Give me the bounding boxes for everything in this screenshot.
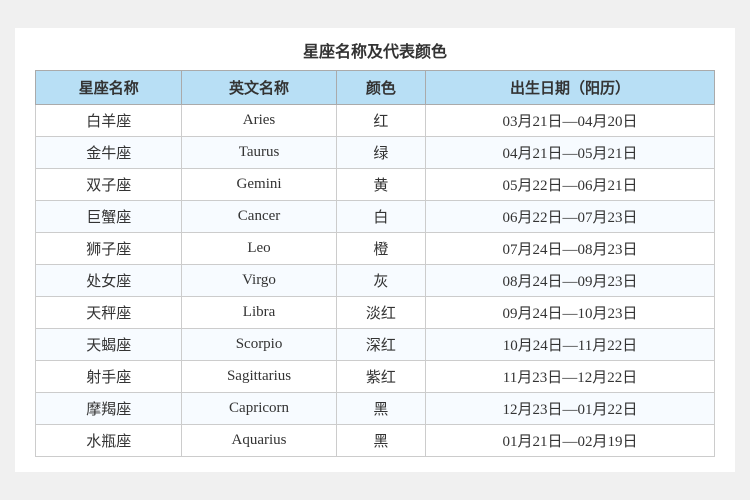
- cell-chinese-name: 白羊座: [36, 105, 182, 137]
- cell-english-name: Gemini: [182, 169, 336, 201]
- cell-color: 红: [336, 105, 425, 137]
- cell-chinese-name: 双子座: [36, 169, 182, 201]
- cell-color: 白: [336, 201, 425, 233]
- cell-english-name: Virgo: [182, 265, 336, 297]
- cell-english-name: Taurus: [182, 137, 336, 169]
- cell-chinese-name: 巨蟹座: [36, 201, 182, 233]
- cell-chinese-name: 摩羯座: [36, 393, 182, 425]
- cell-color: 灰: [336, 265, 425, 297]
- cell-english-name: Scorpio: [182, 329, 336, 361]
- table-header-row: 星座名称 英文名称 颜色 出生日期（阳历）: [36, 71, 715, 105]
- cell-color: 深红: [336, 329, 425, 361]
- cell-dates: 03月21日—04月20日: [426, 105, 715, 137]
- table-row: 天秤座Libra淡红09月24日—10月23日: [36, 297, 715, 329]
- cell-chinese-name: 水瓶座: [36, 425, 182, 457]
- header-dates: 出生日期（阳历）: [426, 71, 715, 105]
- cell-dates: 12月23日—01月22日: [426, 393, 715, 425]
- header-chinese-name: 星座名称: [36, 71, 182, 105]
- cell-color: 橙: [336, 233, 425, 265]
- cell-dates: 11月23日—12月22日: [426, 361, 715, 393]
- cell-english-name: Aquarius: [182, 425, 336, 457]
- main-container: 星座名称及代表颜色 星座名称 英文名称 颜色 出生日期（阳历） 白羊座Aries…: [15, 28, 735, 472]
- cell-english-name: Leo: [182, 233, 336, 265]
- table-row: 狮子座Leo橙07月24日—08月23日: [36, 233, 715, 265]
- cell-color: 紫红: [336, 361, 425, 393]
- cell-color: 淡红: [336, 297, 425, 329]
- cell-chinese-name: 天蝎座: [36, 329, 182, 361]
- cell-chinese-name: 处女座: [36, 265, 182, 297]
- cell-english-name: Aries: [182, 105, 336, 137]
- cell-english-name: Cancer: [182, 201, 336, 233]
- cell-dates: 05月22日—06月21日: [426, 169, 715, 201]
- cell-chinese-name: 天秤座: [36, 297, 182, 329]
- table-row: 摩羯座Capricorn黑12月23日—01月22日: [36, 393, 715, 425]
- cell-dates: 04月21日—05月21日: [426, 137, 715, 169]
- cell-color: 黑: [336, 425, 425, 457]
- cell-color: 绿: [336, 137, 425, 169]
- cell-color: 黑: [336, 393, 425, 425]
- cell-dates: 08月24日—09月23日: [426, 265, 715, 297]
- header-english-name: 英文名称: [182, 71, 336, 105]
- cell-color: 黄: [336, 169, 425, 201]
- cell-english-name: Libra: [182, 297, 336, 329]
- zodiac-table: 星座名称 英文名称 颜色 出生日期（阳历） 白羊座Aries红03月21日—04…: [35, 70, 715, 457]
- table-row: 射手座Sagittarius紫红11月23日—12月22日: [36, 361, 715, 393]
- cell-english-name: Capricorn: [182, 393, 336, 425]
- table-row: 白羊座Aries红03月21日—04月20日: [36, 105, 715, 137]
- table-row: 处女座Virgo灰08月24日—09月23日: [36, 265, 715, 297]
- header-color: 颜色: [336, 71, 425, 105]
- table-row: 巨蟹座Cancer白06月22日—07月23日: [36, 201, 715, 233]
- table-row: 金牛座Taurus绿04月21日—05月21日: [36, 137, 715, 169]
- table-row: 水瓶座Aquarius黑01月21日—02月19日: [36, 425, 715, 457]
- cell-dates: 06月22日—07月23日: [426, 201, 715, 233]
- cell-dates: 07月24日—08月23日: [426, 233, 715, 265]
- cell-dates: 01月21日—02月19日: [426, 425, 715, 457]
- cell-chinese-name: 金牛座: [36, 137, 182, 169]
- table-row: 天蝎座Scorpio深红10月24日—11月22日: [36, 329, 715, 361]
- cell-chinese-name: 狮子座: [36, 233, 182, 265]
- cell-english-name: Sagittarius: [182, 361, 336, 393]
- cell-dates: 09月24日—10月23日: [426, 297, 715, 329]
- cell-chinese-name: 射手座: [36, 361, 182, 393]
- cell-dates: 10月24日—11月22日: [426, 329, 715, 361]
- page-title: 星座名称及代表颜色: [35, 38, 715, 62]
- table-row: 双子座Gemini黄05月22日—06月21日: [36, 169, 715, 201]
